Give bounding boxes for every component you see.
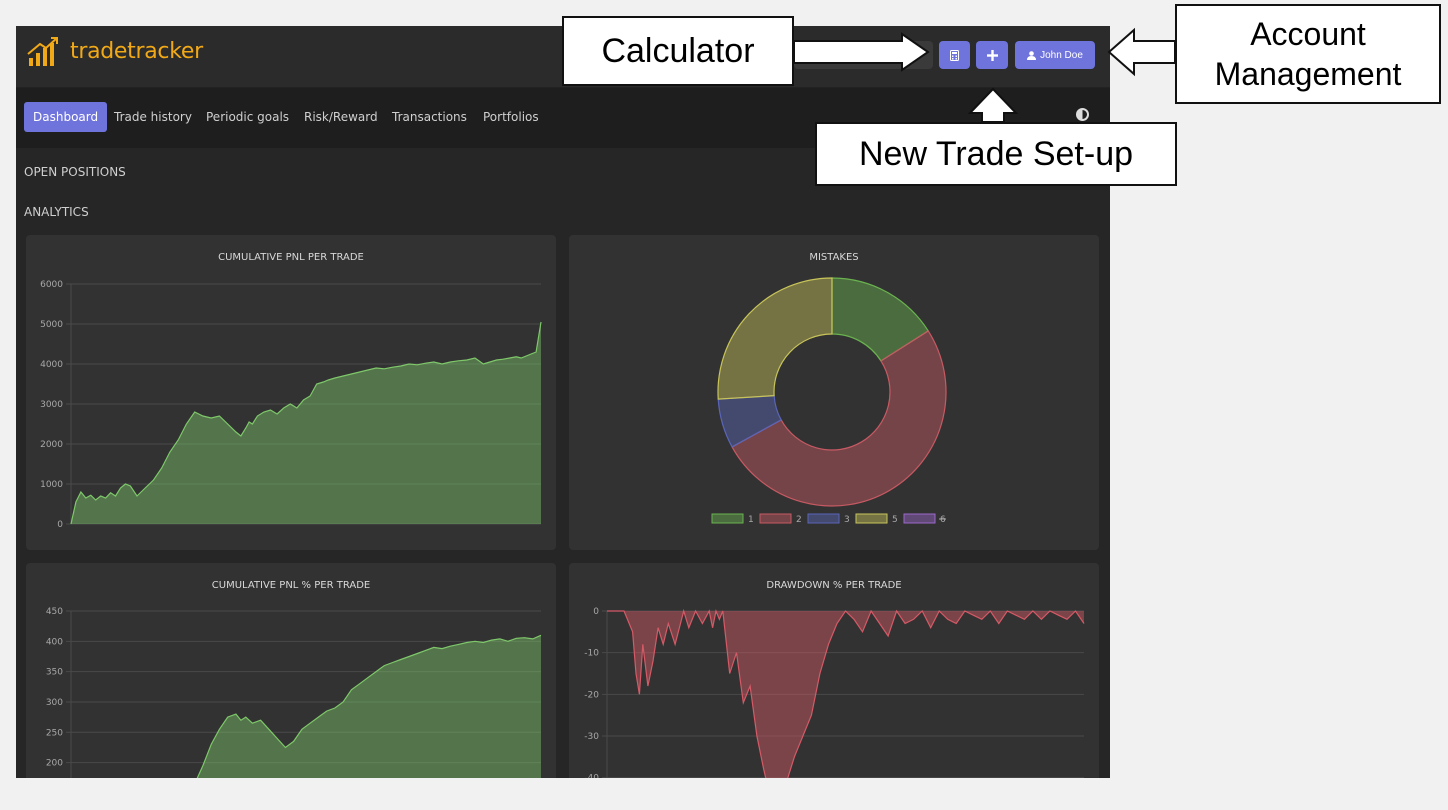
annotation-arrows	[793, 27, 1176, 123]
new-trade-callout: New Trade Set-up	[815, 122, 1177, 186]
calculator-arrow	[793, 32, 930, 72]
account-arrow	[1107, 27, 1176, 77]
account-callout: Account Management	[1175, 4, 1441, 104]
account-callout-line1: Account	[1250, 16, 1366, 52]
calculator-callout: Calculator	[562, 16, 794, 86]
new-trade-arrow	[967, 87, 1019, 123]
account-callout-line2: Management	[1214, 56, 1402, 92]
